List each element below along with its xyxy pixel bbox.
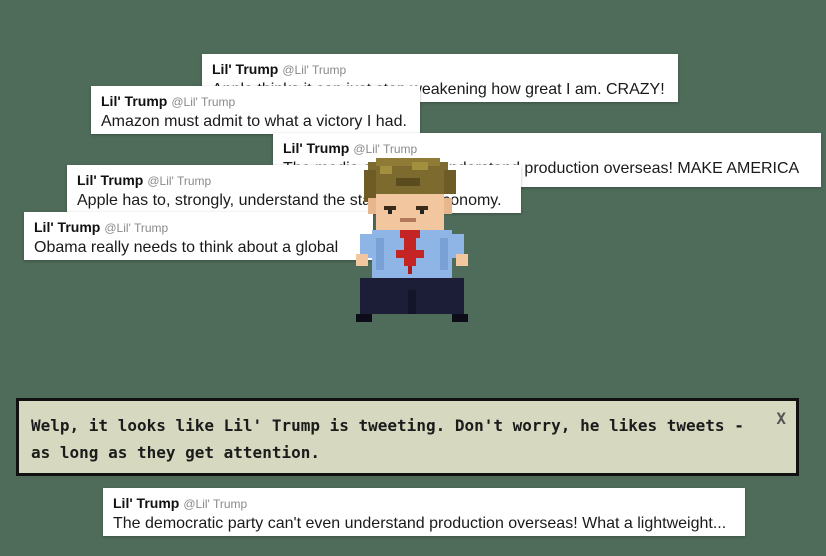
dialog-message: Welp, it looks like Lil' Trump is tweeti… [31,416,744,462]
tweet-author-name: Lil' Trump [212,61,279,77]
tweet-author-handle: @Lil' Trump [104,221,169,235]
tweet-author-handle: @Lil' Trump [147,174,212,188]
dialog-close-button[interactable]: X [776,409,786,428]
tweet-author-name: Lil' Trump [34,219,101,235]
tweet-card[interactable]: Lil' Trump @Lil' Trump Amazon must admit … [91,86,420,134]
tweet-card[interactable]: Lil' Trump @Lil' Trump The democratic par… [103,488,745,536]
lil-trump-character[interactable] [356,158,468,322]
tweet-text: Amazon must admit to what a victory I ha… [101,113,407,130]
tweet-text: The democratic party can't even understa… [113,515,727,532]
tweet-author-name: Lil' Trump [77,172,144,188]
pants [356,278,468,322]
tweet-author-handle: @Lil' Trump [183,497,248,511]
tweet-author-handle: @Lil' Trump [171,95,236,109]
tweet-author-handle: @Lil' Trump [353,142,418,156]
tweet-author-name: Lil' Trump [283,140,350,156]
face [368,194,452,230]
tweet-author-handle: @Lil' Trump [282,63,347,77]
tweet-text: Obama really needs to think about a glob… [34,239,339,256]
dialog-box: Welp, it looks like Lil' Trump is tweeti… [16,398,799,476]
tweet-author-name: Lil' Trump [113,495,180,511]
tweet-author-name: Lil' Trump [101,93,168,109]
tweet-card[interactable]: Lil' Trump @Lil' Trump Obama really needs… [24,212,373,260]
